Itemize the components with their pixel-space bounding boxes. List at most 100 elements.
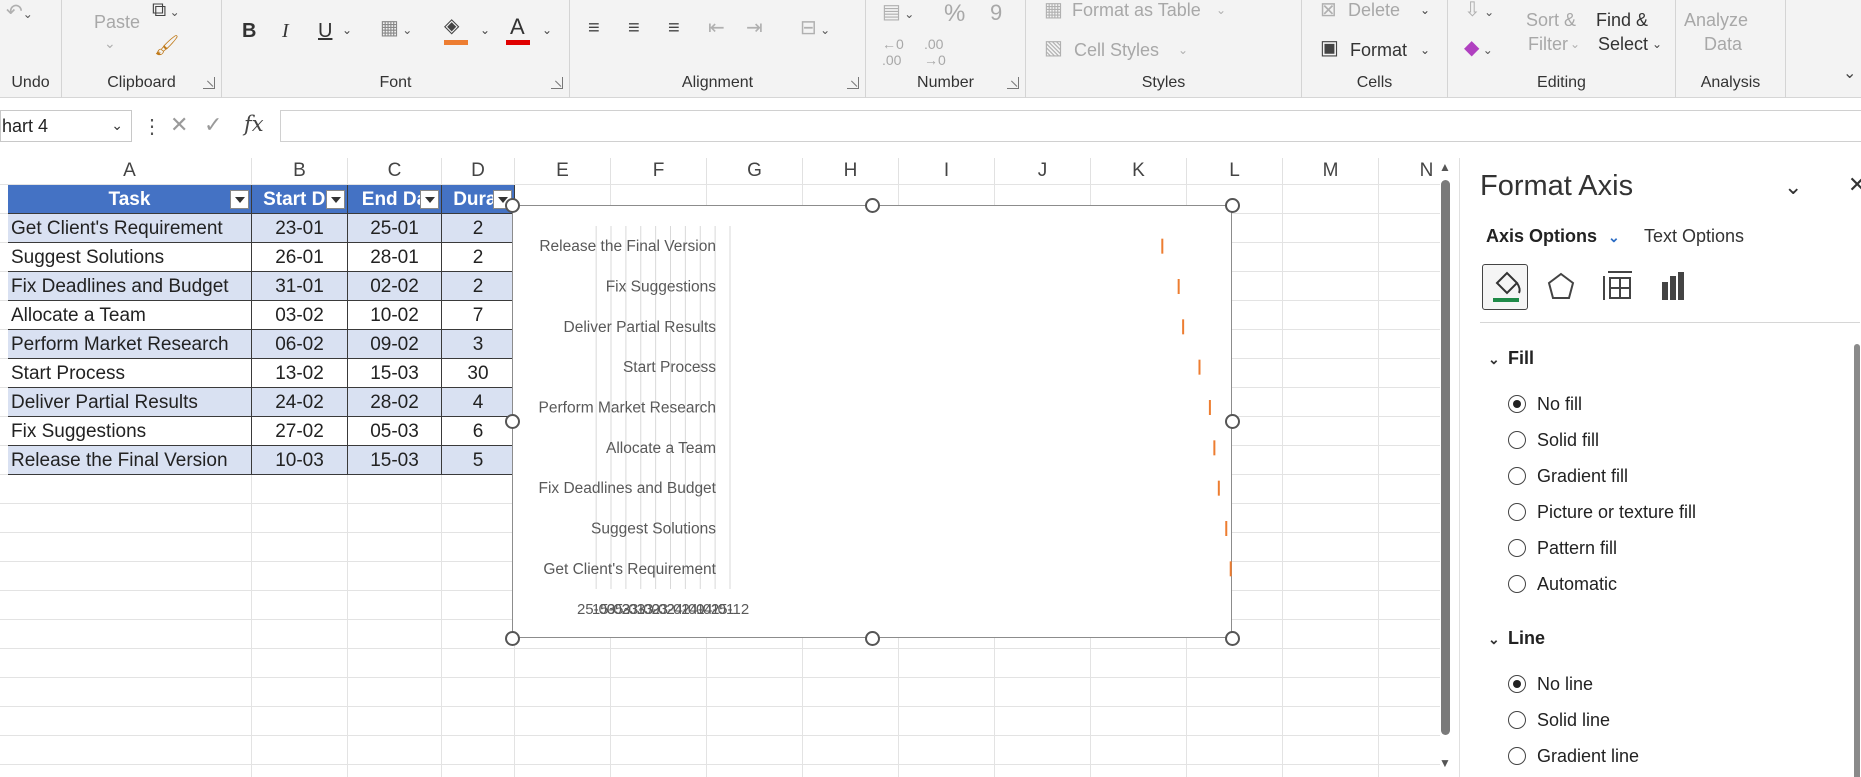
- table-cell[interactable]: 10-02: [348, 301, 442, 330]
- delete-dropdown-icon[interactable]: ⌄: [1420, 4, 1430, 16]
- format-as-table-dropdown-icon[interactable]: ⌄: [1216, 4, 1226, 16]
- format-dropdown-icon[interactable]: ⌄: [1420, 44, 1430, 56]
- table-cell[interactable]: 24-02: [252, 388, 348, 417]
- table-cell[interactable]: 30: [442, 359, 515, 388]
- font-launcher-icon[interactable]: [551, 77, 563, 89]
- tab-text-options[interactable]: Text Options: [1644, 226, 1744, 247]
- radio-option[interactable]: Automatic: [1508, 574, 1617, 595]
- fill-color-icon[interactable]: ◈: [444, 16, 459, 36]
- sort-filter-button-line2[interactable]: Filter: [1528, 34, 1568, 55]
- align-center-icon[interactable]: ≡: [628, 18, 640, 38]
- decrease-decimal-button[interactable]: .00 →0: [924, 36, 946, 68]
- find-select-dropdown-icon[interactable]: ⌄: [1652, 38, 1662, 50]
- column-header[interactable]: F: [611, 158, 707, 184]
- column-header[interactable]: C: [348, 158, 442, 184]
- more-options-icon[interactable]: ⋮: [142, 114, 162, 139]
- table-cell[interactable]: 27-02: [252, 417, 348, 446]
- table-cell[interactable]: Release the Final Version: [8, 446, 252, 475]
- table-cell[interactable]: 2: [442, 214, 515, 243]
- radio-button[interactable]: [1508, 503, 1526, 521]
- column-header[interactable]: M: [1283, 158, 1379, 184]
- table-cell[interactable]: Fix Deadlines and Budget: [8, 272, 252, 301]
- increase-indent-icon[interactable]: ⇥: [746, 18, 763, 38]
- analyze-data-button-line1[interactable]: Analyze: [1684, 10, 1748, 31]
- table-header-cell[interactable]: Start Da: [252, 185, 348, 214]
- effects-category-icon[interactable]: [1538, 264, 1584, 310]
- sort-filter-dropdown-icon[interactable]: ⌄: [1570, 38, 1580, 50]
- percent-style-button[interactable]: %: [944, 0, 965, 28]
- line-section-header[interactable]: ⌄ Line: [1488, 628, 1545, 649]
- decrease-indent-icon[interactable]: ⇤: [708, 18, 725, 38]
- paste-button[interactable]: Paste: [94, 12, 140, 33]
- radio-option[interactable]: No fill: [1508, 394, 1582, 415]
- table-header-cell[interactable]: End Da: [348, 185, 442, 214]
- table-cell[interactable]: 15-03: [348, 446, 442, 475]
- table-cell[interactable]: Allocate a Team: [8, 301, 252, 330]
- radio-option[interactable]: Solid line: [1508, 710, 1610, 731]
- table-cell[interactable]: Suggest Solutions: [8, 243, 252, 272]
- radio-button[interactable]: [1508, 431, 1526, 449]
- fill-down-icon[interactable]: ⇩ ⌄: [1464, 0, 1494, 20]
- analyze-data-button-line2[interactable]: Data: [1704, 34, 1742, 55]
- column-header[interactable]: B: [252, 158, 348, 184]
- table-cell[interactable]: 09-02: [348, 330, 442, 359]
- name-box[interactable]: hart 4 ⌄: [0, 110, 132, 142]
- comma-style-button[interactable]: 9: [990, 0, 1002, 26]
- axis-options-category-icon[interactable]: [1650, 264, 1696, 310]
- table-cell[interactable]: 5: [442, 446, 515, 475]
- align-right-icon[interactable]: ≡: [668, 18, 680, 38]
- table-cell[interactable]: 03-02: [252, 301, 348, 330]
- number-launcher-icon[interactable]: [1007, 77, 1019, 89]
- resize-handle[interactable]: [504, 630, 520, 646]
- size-properties-category-icon[interactable]: [1594, 264, 1640, 310]
- find-select-button-line2[interactable]: Select: [1598, 34, 1648, 55]
- table-cell[interactable]: 28-01: [348, 243, 442, 272]
- pane-scrollbar-thumb[interactable]: [1854, 344, 1860, 777]
- increase-decimal-button[interactable]: ←0.00: [882, 36, 904, 68]
- clear-icon[interactable]: ◆ ⌄: [1464, 38, 1493, 58]
- table-cell[interactable]: 26-01: [252, 243, 348, 272]
- radio-option[interactable]: Gradient fill: [1508, 466, 1628, 487]
- accounting-format-icon[interactable]: ▤ ⌄: [882, 2, 914, 22]
- radio-button[interactable]: [1508, 539, 1526, 557]
- format-button[interactable]: Format: [1350, 40, 1407, 61]
- axis-options-dropdown-icon[interactable]: ⌄: [1608, 229, 1620, 245]
- column-header[interactable]: A: [8, 158, 252, 184]
- table-cell[interactable]: 2: [442, 272, 515, 301]
- table-cell[interactable]: Deliver Partial Results: [8, 388, 252, 417]
- font-color-dropdown-icon[interactable]: ⌄: [542, 24, 552, 36]
- italic-button[interactable]: I: [282, 20, 289, 43]
- table-cell[interactable]: 2: [442, 243, 515, 272]
- table-cell[interactable]: Fix Suggestions: [8, 417, 252, 446]
- radio-option[interactable]: Gradient line: [1508, 746, 1639, 767]
- table-cell[interactable]: 05-03: [348, 417, 442, 446]
- vertical-scrollbar[interactable]: ▲ ▼: [1438, 160, 1452, 770]
- scrollbar-thumb[interactable]: [1441, 180, 1450, 735]
- find-select-button-line1[interactable]: Find &: [1596, 10, 1648, 31]
- column-header[interactable]: N: [1379, 158, 1440, 184]
- scroll-down-icon[interactable]: ▼: [1439, 756, 1451, 770]
- table-cell[interactable]: 06-02: [252, 330, 348, 359]
- table-cell[interactable]: 7: [442, 301, 515, 330]
- merge-center-icon[interactable]: ⊟ ⌄: [800, 18, 830, 38]
- filter-dropdown-icon[interactable]: [230, 190, 249, 209]
- paste-dropdown-icon[interactable]: ⌄: [104, 36, 116, 50]
- align-left-icon[interactable]: ≡: [588, 18, 600, 38]
- delete-button[interactable]: Delete: [1348, 0, 1400, 21]
- enter-icon[interactable]: ✓: [204, 112, 222, 138]
- bold-button[interactable]: B: [242, 20, 256, 43]
- gantt-chart[interactable]: 25-12 04-01 14-01 24-01 03-02 13-02 23-02 05-03…: [512, 205, 1232, 638]
- formula-input[interactable]: [280, 110, 1861, 142]
- table-cell[interactable]: 15-03: [348, 359, 442, 388]
- copy-icon[interactable]: ⧉ ⌄: [152, 0, 180, 20]
- name-box-dropdown-icon[interactable]: ⌄: [111, 117, 123, 134]
- table-cell[interactable]: Perform Market Research: [8, 330, 252, 359]
- radio-option[interactable]: Picture or texture fill: [1508, 502, 1696, 523]
- underline-button[interactable]: U: [318, 20, 332, 43]
- resize-handle[interactable]: [864, 630, 880, 646]
- table-cell[interactable]: 02-02: [348, 272, 442, 301]
- radio-button[interactable]: [1508, 747, 1526, 765]
- table-cell[interactable]: 4: [442, 388, 515, 417]
- radio-button[interactable]: [1508, 467, 1526, 485]
- table-cell[interactable]: Get Client's Requirement: [8, 214, 252, 243]
